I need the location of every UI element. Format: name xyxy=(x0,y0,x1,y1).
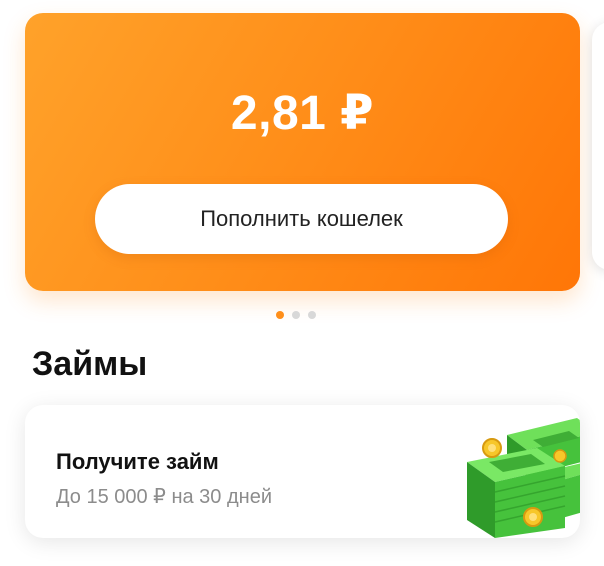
loans-section-title: Займы xyxy=(32,345,148,383)
wallet-balance: 2,81 ₽ xyxy=(230,87,375,140)
pager-dot[interactable] xyxy=(292,311,300,319)
wallet-screen: 2,81 ₽ Пополнить кошелек Займы Получите … xyxy=(0,0,604,566)
loan-card-subtitle: До 15 000 ₽ на 30 дней xyxy=(56,486,272,508)
get-loan-card[interactable]: Получите займ До 15 000 ₽ на 30 дней xyxy=(25,405,580,538)
carousel-pager xyxy=(276,311,316,319)
pager-dot[interactable] xyxy=(308,311,316,319)
money-stack-icon xyxy=(467,418,580,538)
topup-wallet-button[interactable]: Пополнить кошелек xyxy=(95,184,508,254)
wallet-card: 2,81 ₽ Пополнить кошелек xyxy=(25,13,580,291)
next-wallet-card-peek[interactable] xyxy=(592,22,604,270)
loan-card-title: Получите займ xyxy=(56,449,219,474)
pager-dot-active[interactable] xyxy=(276,311,284,319)
